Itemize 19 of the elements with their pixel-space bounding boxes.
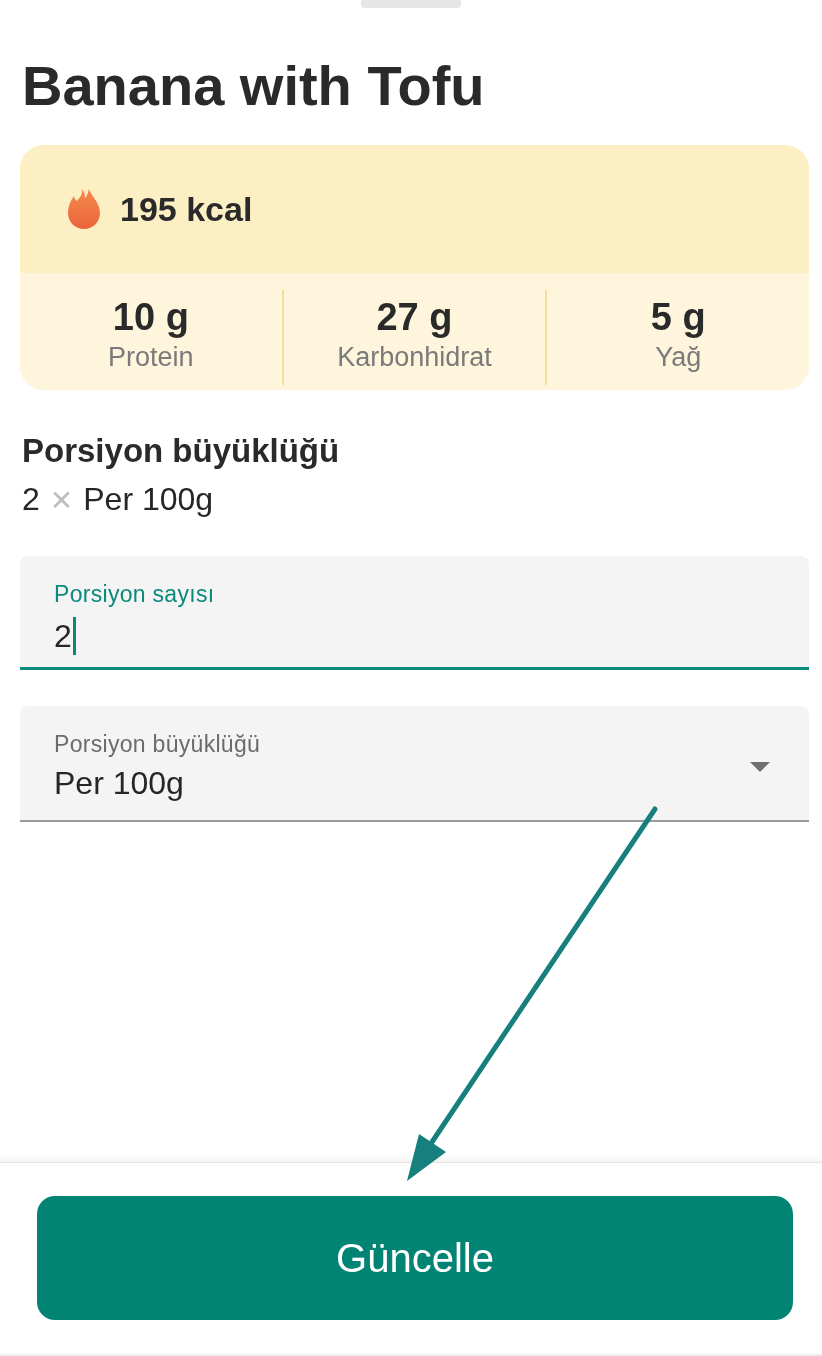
macro-label: Yağ [655, 341, 702, 373]
flame-icon [68, 189, 100, 229]
sheet-title: Banana with Tofu [22, 54, 486, 118]
calorie-count: 195 kcal [120, 189, 253, 229]
dropdown-field[interactable]: Porsiyon büyüklüğü Per 100g [20, 706, 809, 822]
macro-amount: 27 g [376, 295, 453, 339]
macro-amount: 5 g [650, 295, 706, 339]
dropdown-caret-icon [750, 761, 770, 772]
serving-size: Per 100g [83, 480, 214, 519]
serving-count: 2 [22, 480, 40, 519]
times-sign: ✕ [49, 483, 74, 519]
update-button[interactable]: Güncelle [37, 1196, 793, 1320]
section-heading: Porsiyon büyüklüğü [22, 431, 341, 471]
macro-amount: 10 g [112, 295, 189, 339]
text-input-field[interactable]: Porsiyon sayısı 2 [20, 556, 809, 670]
macro-label: Protein [108, 341, 194, 373]
drag-handle[interactable] [361, 0, 461, 8]
text-cursor [72, 617, 76, 655]
macro-label: Karbonhidrat [337, 341, 492, 373]
